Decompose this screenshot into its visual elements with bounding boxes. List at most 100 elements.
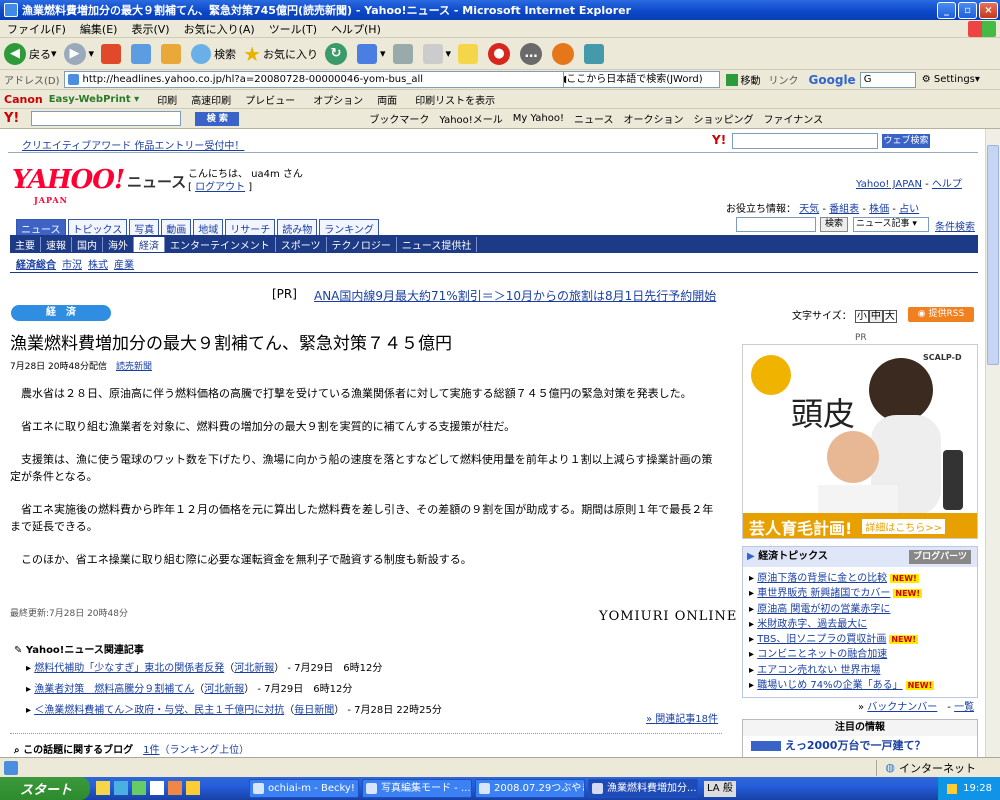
taskbar-item-blog[interactable]: 2008.07.29つぶやき... <box>475 779 585 798</box>
quicklaunch-icon[interactable] <box>96 780 110 795</box>
yahoo-mail-item[interactable]: Yahoo!メール <box>439 111 502 126</box>
notes-button[interactable] <box>458 43 481 64</box>
rss-button[interactable]: ◉ 提供RSS <box>908 307 974 322</box>
yahoo-y-icon[interactable]: Y! <box>4 111 19 126</box>
go-button[interactable]: 移動 <box>725 72 761 87</box>
font-large-button[interactable]: 大 <box>882 310 897 323</box>
subnav-stocks[interactable]: 株式 <box>88 256 108 271</box>
taskbar-item-photo[interactable]: 写真編集モード - ... <box>362 779 472 798</box>
bookmark-item[interactable]: ブックマーク <box>369 111 429 126</box>
quicklaunch-icon[interactable] <box>186 780 200 795</box>
nav-domestic[interactable]: 国内 <box>72 236 103 252</box>
messenger-button[interactable]: … <box>520 42 545 65</box>
print-button[interactable] <box>392 43 416 64</box>
minimize-button[interactable]: _ <box>937 1 956 19</box>
nav-main[interactable]: 主要 <box>10 236 41 252</box>
news-search-input[interactable] <box>736 217 816 232</box>
home-button[interactable] <box>161 43 184 64</box>
news-item[interactable]: ニュース <box>574 111 614 126</box>
maximize-button[interactable]: ▫ <box>958 1 977 19</box>
subnav-industry[interactable]: 産業 <box>114 256 134 271</box>
refresh-button[interactable] <box>131 43 154 64</box>
help-link[interactable]: ヘルプ <box>932 179 962 190</box>
font-medium-button[interactable]: 中 <box>868 310 883 323</box>
start-button[interactable]: スタート <box>0 777 90 800</box>
taskbar-item-ie[interactable]: 漁業燃料費増加分... <box>588 779 698 798</box>
related-source[interactable]: 毎日新聞 <box>294 705 334 716</box>
edit-button[interactable]: ▾ <box>422 43 451 64</box>
menu-tools[interactable]: ツール(T) <box>262 21 324 37</box>
blog-parts-button[interactable]: ブログパーツ <box>909 550 971 564</box>
menu-view[interactable]: 表示(V) <box>124 21 176 37</box>
ad-banner[interactable]: 頭皮 SCALP-D 芸人育毛計画! 詳細はこちら>> <box>742 344 978 539</box>
web-search-button[interactable]: ウェブ検索 <box>882 134 930 148</box>
nav-breaking[interactable]: 速報 <box>41 236 72 252</box>
print-link[interactable]: 印刷 <box>157 92 177 107</box>
yahoo-japan-link[interactable]: Yahoo! JAPAN <box>856 179 922 190</box>
quicklaunch-icon[interactable] <box>150 780 164 795</box>
pr-ad-link[interactable]: ANA国内線9月最大約71%割引＝＞10月からの旅割は8月1日先行予約開始 <box>314 287 716 304</box>
list-all-link[interactable]: 一覧 <box>954 702 974 713</box>
history-button[interactable]: ↻ <box>325 42 350 65</box>
creative-award-link[interactable]: クリエイティブアワード 作品エントリー受付中！ <box>22 137 244 152</box>
font-small-button[interactable]: 小 <box>854 310 869 323</box>
block-button[interactable]: ● <box>488 42 513 65</box>
related-link[interactable]: ＜漁業燃料費補てん＞政府・与党、民主１千億円に対抗 <box>34 705 284 716</box>
related-source[interactable]: 河北新報 <box>204 684 244 695</box>
stock-link[interactable]: 株価 <box>869 204 889 215</box>
nav-world[interactable]: 海外 <box>103 236 134 252</box>
favorites-button[interactable]: ★ お気に入り <box>243 42 318 66</box>
tray-icon[interactable] <box>947 783 958 794</box>
notice-link[interactable]: えっ2000万台で一戸建て？ <box>743 736 977 756</box>
related-source[interactable]: 河北新報 <box>234 663 274 674</box>
menu-file[interactable]: ファイル(F) <box>0 21 73 37</box>
subnav-market[interactable]: 市況 <box>62 256 82 271</box>
finance-item[interactable]: ファイナンス <box>763 111 823 126</box>
topic-link[interactable]: 車世界販売 新興諸国でカバー <box>757 588 890 599</box>
jword-search-input[interactable]: ◀ここから日本語で検索(JWord) <box>553 71 720 88</box>
yahoo-toolbar-search-button[interactable]: 検 索 <box>195 111 240 126</box>
mail-button[interactable]: ▾ <box>357 43 386 64</box>
preview-link[interactable]: プレビュー <box>245 92 295 107</box>
blog-count-link[interactable]: 1件 <box>143 745 159 756</box>
weather-link[interactable]: 天気 <box>799 204 819 215</box>
topic-link[interactable]: 職場いじめ 74%の企業「ある」 <box>757 680 902 691</box>
topic-link[interactable]: 米財政赤字、過去最大に <box>757 619 867 630</box>
search-button[interactable]: 検索 <box>191 43 236 64</box>
auction-item[interactable]: オークション <box>623 111 683 126</box>
nav-economy[interactable]: 経済 <box>134 236 165 252</box>
news-search-button[interactable]: 検索 <box>820 217 848 232</box>
vertical-scrollbar[interactable] <box>985 129 1000 757</box>
related-more-link[interactable]: » 関連記事18件 <box>646 710 718 725</box>
url-input[interactable]: http://headlines.yahoo.co.jp/hl?a=200807… <box>63 71 564 88</box>
scroll-thumb[interactable] <box>987 145 999 365</box>
menu-favorites[interactable]: お気に入り(A) <box>177 21 262 37</box>
nav-entertainment[interactable]: エンターテインメント <box>165 236 276 252</box>
topic-link[interactable]: 原油高 関電が初の営業赤字に <box>757 604 890 615</box>
quicklaunch-icon[interactable] <box>168 780 182 795</box>
google-search-box[interactable]: G <box>859 71 916 88</box>
easy-webprint-menu[interactable]: Easy-WebPrint ▾ <box>49 94 139 105</box>
advanced-search-link[interactable]: 条件検索 <box>935 218 975 233</box>
users-button[interactable] <box>584 43 607 64</box>
options-link[interactable]: オプション <box>313 92 363 107</box>
subnav-economy-general[interactable]: 経済総合 <box>16 256 56 271</box>
backnumber-link[interactable]: バックナンバー <box>867 702 937 713</box>
nav-sports[interactable]: スポーツ <box>276 236 327 252</box>
duplex-link[interactable]: 両面 <box>377 92 397 107</box>
quicklaunch-icon[interactable] <box>114 780 128 795</box>
forward-button[interactable]: ▶ ▾ <box>63 42 94 65</box>
topic-link[interactable]: エアコン売れない 世界市場 <box>757 665 880 676</box>
menu-help[interactable]: ヘルプ(H) <box>324 21 388 37</box>
taskbar-item-becky[interactable]: ochiai-m - Becky! <box>249 779 359 798</box>
back-button[interactable]: ◀ 戻る ▾ <box>4 42 57 65</box>
close-button[interactable]: × <box>979 1 998 19</box>
stop-button[interactable] <box>101 43 124 64</box>
my-yahoo-item[interactable]: My Yahoo! <box>513 113 564 124</box>
related-link[interactable]: 漁業者対策 燃料高騰分９割補てん <box>34 684 194 695</box>
fortune-link[interactable]: 占い <box>899 204 919 215</box>
topic-link[interactable]: 原油下落の背景に金との比較 <box>757 573 887 584</box>
nav-technology[interactable]: テクノロジー <box>327 236 397 252</box>
nav-providers[interactable]: ニュース提供社 <box>397 236 478 252</box>
topic-link[interactable]: TBS、旧ソニプラの買収計画 <box>757 634 886 645</box>
